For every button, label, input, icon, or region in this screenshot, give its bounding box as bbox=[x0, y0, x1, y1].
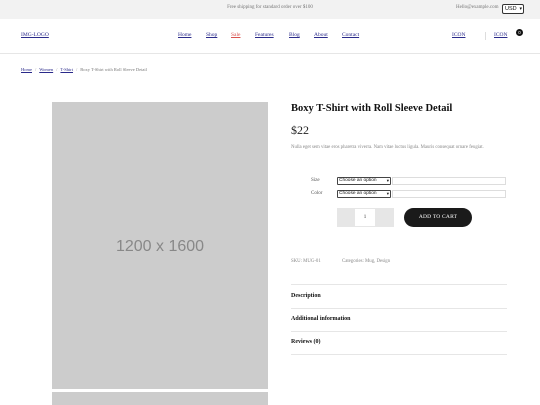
breadcrumb-separator: / bbox=[76, 67, 78, 72]
image-placeholder-label: 1200 x 1600 bbox=[115, 238, 205, 255]
nav-about[interactable]: About bbox=[314, 32, 328, 38]
product-thumbnail[interactable] bbox=[52, 392, 268, 405]
variation-row-color: Color Choose an option ▾ bbox=[291, 190, 507, 199]
tab-divider bbox=[291, 308, 507, 309]
header-divider bbox=[485, 32, 486, 40]
top-bar: Free shipping for standard order over $1… bbox=[0, 0, 540, 19]
site-logo[interactable]: IMG-LOGO bbox=[21, 32, 49, 38]
tab-reviews[interactable]: Reviews (0) bbox=[291, 339, 321, 345]
product-price: $22 bbox=[291, 123, 309, 137]
color-select-value: Choose an option bbox=[339, 191, 377, 196]
size-select[interactable]: Choose an option ▾ bbox=[337, 177, 391, 185]
product-categories: Categories: Mug, Design bbox=[342, 259, 391, 264]
currency-select[interactable]: USD ▾ bbox=[502, 4, 524, 14]
color-label: Color bbox=[311, 191, 323, 196]
contact-email[interactable]: Hello@example.com bbox=[456, 5, 499, 10]
size-label: Size bbox=[311, 178, 320, 183]
quantity-increase-button[interactable] bbox=[376, 208, 394, 227]
currency-value: USD bbox=[505, 6, 517, 12]
color-swatch-area bbox=[392, 190, 506, 198]
tab-divider bbox=[291, 284, 507, 285]
tab-divider bbox=[291, 331, 507, 332]
breadcrumb-separator: / bbox=[35, 67, 37, 72]
chevron-down-icon: ▾ bbox=[519, 6, 522, 12]
size-select-value: Choose an option bbox=[339, 178, 377, 183]
quantity-decrease-button[interactable] bbox=[337, 208, 354, 227]
nav-contact[interactable]: Contact bbox=[342, 32, 359, 38]
size-swatch-area bbox=[392, 177, 506, 185]
variation-row-size: Size Choose an option ▾ bbox=[291, 177, 507, 186]
product-title: Boxy T-Shirt with Roll Sleeve Detail bbox=[291, 103, 453, 114]
chevron-down-icon: ▾ bbox=[386, 178, 389, 183]
nav-sale[interactable]: Sale bbox=[231, 32, 240, 38]
product-main-image[interactable]: 1200 x 1600 bbox=[52, 102, 268, 389]
search-icon[interactable]: ICON bbox=[452, 32, 465, 38]
nav-features[interactable]: Features bbox=[255, 32, 274, 38]
breadcrumb: Home / Women / T-Shirt / Boxy T-Shirt with Rol… bbox=[21, 67, 147, 72]
breadcrumb-current: Boxy T-Shirt with Roll Sleeve Detail bbox=[80, 67, 147, 72]
site-header: IMG-LOGO Home Shop Sale Features Blog Ab… bbox=[0, 19, 540, 54]
nav-blog[interactable]: Blog bbox=[289, 32, 300, 38]
color-select[interactable]: Choose an option ▾ bbox=[337, 190, 391, 198]
nav-shop[interactable]: Shop bbox=[206, 32, 217, 38]
breadcrumb-separator: / bbox=[56, 67, 58, 72]
breadcrumb-tshirt[interactable]: T-Shirt bbox=[60, 67, 73, 72]
chevron-down-icon: ▾ bbox=[386, 191, 389, 196]
add-to-cart-button[interactable]: ADD TO CART bbox=[404, 208, 472, 227]
breadcrumb-home[interactable]: Home bbox=[21, 67, 32, 72]
quantity-input[interactable]: 1 bbox=[354, 208, 376, 227]
product-sku: SKU: MUG-01 bbox=[291, 259, 321, 264]
nav-home[interactable]: Home bbox=[178, 32, 191, 38]
product-description: Nulla eget sem vitae eros pharetra viver… bbox=[291, 145, 484, 150]
tab-additional-information[interactable]: Additional information bbox=[291, 316, 351, 322]
tab-description[interactable]: Description bbox=[291, 293, 321, 299]
cart-icon[interactable]: ICON bbox=[494, 32, 507, 38]
breadcrumb-women[interactable]: Women bbox=[39, 67, 53, 72]
tab-divider bbox=[291, 354, 507, 355]
cart-count-badge: 0 bbox=[516, 29, 523, 36]
